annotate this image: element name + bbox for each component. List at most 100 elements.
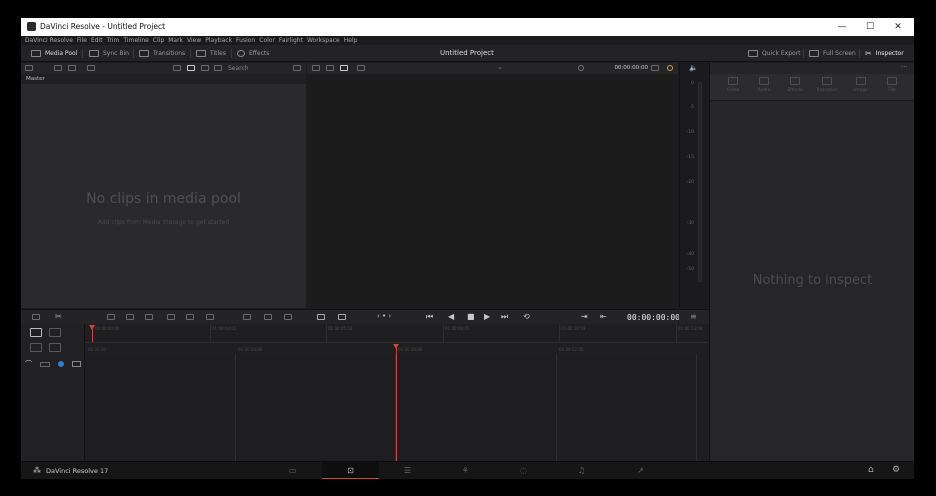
page-color-icon[interactable]: ◌	[495, 462, 552, 479]
loop-button[interactable]: ⟲	[523, 312, 530, 321]
menu-edit[interactable]: Edit	[91, 36, 103, 45]
titles-button[interactable]: Titles	[196, 48, 226, 59]
tab-transition[interactable]: Transition	[811, 77, 843, 93]
audio-meters: 🔈 0 -5 -10 -15 -20 -30 -40 -50	[679, 63, 707, 308]
link-icon[interactable]	[40, 362, 50, 367]
dual-viewer-icon[interactable]	[326, 65, 334, 71]
page-navigation-bar: ⁂ DaVinci Resolve 17 ▭ ⊡ ☰ ⚘ ◌ ♫ ➚ ⌂ ⚙	[21, 461, 914, 479]
next-edit-button[interactable]: ⇥	[581, 312, 588, 321]
menu-trim[interactable]: Trim	[107, 36, 120, 45]
metadata-view-icon[interactable]	[173, 65, 181, 71]
source-overwrite-icon[interactable]	[264, 314, 272, 320]
viewer-screen[interactable]	[307, 74, 678, 308]
viewer-fit-icon[interactable]	[651, 65, 659, 71]
transport-timecode[interactable]: 00:00:00:00	[627, 313, 680, 322]
source-viewer-icon[interactable]	[312, 65, 320, 71]
window-title: DaVinci Resolve - Untitled Project	[40, 22, 166, 31]
tab-effects[interactable]: Effects	[779, 77, 811, 93]
tab-file[interactable]: File	[876, 77, 908, 93]
ripple-icon[interactable]	[338, 314, 346, 320]
timeline-view-icon[interactable]	[284, 314, 292, 320]
page-deliver-icon[interactable]: ➚	[612, 462, 669, 479]
select-mode-icon[interactable]	[30, 328, 42, 337]
previous-edit-button[interactable]: ⇤	[600, 312, 607, 321]
ruler-label: 00:00:00:00	[95, 326, 120, 331]
close-up-icon[interactable]	[243, 314, 251, 320]
timeline-ruler-top[interactable]: 00:00:00:00 01:00:03:02 01:00:05:16 01:0…	[85, 324, 709, 342]
menu-playback[interactable]: Playback	[205, 36, 232, 45]
go-to-end-button[interactable]: ⏭	[501, 312, 508, 322]
place-on-top-icon[interactable]	[167, 314, 175, 320]
viewer-zoom-dropdown[interactable]: ⌄	[497, 63, 503, 71]
sync-bin-button[interactable]: Sync Bin	[89, 48, 129, 59]
go-to-start-button[interactable]: ⏮	[426, 312, 433, 322]
close-button[interactable]: ✕	[884, 18, 912, 36]
new-bin-icon[interactable]	[68, 65, 76, 71]
settings-gear-icon[interactable]: ⚙	[892, 465, 900, 475]
stop-button[interactable]: ■	[467, 312, 475, 321]
menu-file[interactable]: File	[77, 36, 87, 45]
insert-edit-icon[interactable]	[317, 314, 325, 320]
page-edit-icon[interactable]: ☰	[379, 462, 436, 479]
maximize-button[interactable]: ☐	[856, 18, 884, 36]
single-viewer-icon[interactable]	[340, 65, 348, 71]
menu-mark[interactable]: Mark	[168, 36, 183, 45]
blade-mode-icon[interactable]	[30, 343, 42, 352]
list-view-icon[interactable]	[201, 65, 209, 71]
menu-fairlight[interactable]: Fairlight	[279, 36, 303, 45]
menu-fusion[interactable]: Fusion	[236, 36, 255, 45]
menu-clip[interactable]: Clip	[153, 36, 164, 45]
thumbnail-view-icon[interactable]	[187, 65, 195, 71]
volume-icon[interactable]: 🔈	[689, 64, 698, 72]
overwrite-icon[interactable]	[107, 314, 115, 320]
tab-image[interactable]: Image	[845, 77, 877, 93]
viewer-options-icon[interactable]	[357, 65, 365, 71]
page-fairlight-icon[interactable]: ♫	[553, 462, 610, 479]
search-icon[interactable]	[214, 65, 222, 71]
options-menu-icon[interactable]: ≡	[690, 312, 697, 321]
page-fusion-icon[interactable]: ⚘	[437, 462, 494, 479]
dynamic-trim-icon[interactable]	[49, 343, 61, 352]
timeline-tracks[interactable]	[85, 354, 709, 461]
menu-timeline[interactable]: Timeline	[123, 36, 149, 45]
sort-icon[interactable]	[293, 65, 301, 71]
play-button[interactable]: ▶	[484, 312, 490, 321]
color-picker-icon[interactable]	[667, 65, 673, 71]
home-icon[interactable]: ⌂	[868, 465, 874, 475]
ripple-overwrite-icon[interactable]	[206, 314, 214, 320]
inspector-button[interactable]: ✂ Inspector	[865, 48, 904, 59]
insert-clip-icon[interactable]	[32, 314, 40, 320]
menu-davinci-resolve[interactable]: DaVinci Resolve	[25, 36, 73, 45]
full-screen-button[interactable]: Full Screen	[809, 48, 856, 59]
replace-icon[interactable]	[126, 314, 134, 320]
append-icon[interactable]	[186, 314, 194, 320]
quick-export-button[interactable]: Quick Export	[748, 48, 801, 59]
media-pool-button[interactable]: Media Pool	[31, 48, 77, 59]
minimize-button[interactable]: —	[828, 18, 856, 36]
snapping-icon[interactable]: ⌒	[25, 359, 32, 369]
tab-video[interactable]: Video	[717, 77, 749, 93]
menu-view[interactable]: View	[187, 36, 201, 45]
import-media-icon[interactable]	[54, 65, 62, 71]
panel-layout-icon[interactable]	[25, 65, 33, 71]
transitions-button[interactable]: Transitions	[139, 48, 185, 59]
menu-help[interactable]: Help	[344, 36, 358, 45]
inspector-more-icon[interactable]: ···	[901, 63, 908, 71]
play-reverse-button[interactable]: ◀	[448, 312, 454, 321]
razor-icon[interactable]: ✂	[55, 312, 62, 321]
fit-to-fill-icon[interactable]	[145, 314, 153, 320]
sync-icon[interactable]	[87, 65, 95, 71]
menu-color[interactable]: Color	[259, 36, 275, 45]
tab-audio[interactable]: Audio	[748, 77, 780, 93]
search-field[interactable]: Search	[228, 65, 249, 72]
page-media-icon[interactable]: ▭	[264, 462, 321, 479]
track-height-icon[interactable]	[72, 361, 81, 367]
effects-button[interactable]: Effects	[237, 48, 269, 59]
position-lock-icon[interactable]	[58, 361, 64, 367]
jog-control[interactable]: ‹ • ›	[377, 312, 391, 320]
menu-workspace[interactable]: Workspace	[307, 36, 340, 45]
trim-mode-icon[interactable]	[49, 328, 61, 337]
bin-master[interactable]: Master	[21, 74, 306, 84]
viewer-timecode[interactable]: 00:00:00:00	[614, 65, 648, 71]
page-cut-icon[interactable]: ⊡	[322, 462, 379, 479]
